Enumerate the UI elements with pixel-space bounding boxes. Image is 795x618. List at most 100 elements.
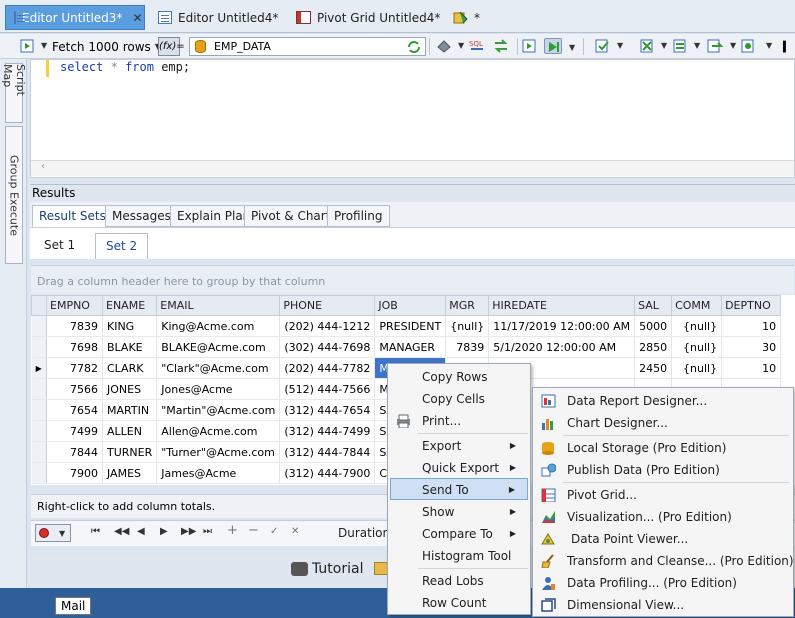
menu-item-chart-designer[interactable]: Chart Designer... xyxy=(535,412,791,434)
fetch-rows-select[interactable]: Fetch 1000 rows ▼ xyxy=(52,37,161,56)
tab-profiling[interactable]: Profiling xyxy=(327,205,390,227)
chevron-down-icon[interactable]: ▼ xyxy=(41,41,47,50)
table-cell-ename[interactable]: CLARK xyxy=(102,357,158,379)
options-icon[interactable] xyxy=(740,38,758,54)
table-cell-comm[interactable]: {null} xyxy=(671,336,723,358)
menu-item-print[interactable]: Print... xyxy=(390,410,528,432)
toolbar-overflow-icon[interactable]: ▍ xyxy=(783,42,791,53)
table-cell-empno[interactable]: 7844 xyxy=(46,441,103,463)
table-cell-email[interactable]: "Martin"@Acme.com xyxy=(156,399,281,421)
export-icon[interactable] xyxy=(706,38,724,54)
menu-item-data-profiling[interactable]: Data Profiling... (Pro Edition) xyxy=(535,572,791,594)
column-header-comm[interactable]: COMM xyxy=(671,295,723,316)
table-cell-ename[interactable]: KING xyxy=(102,315,158,337)
menu-item-copy-cells[interactable]: Copy Cells xyxy=(390,388,528,410)
rollback-icon[interactable] xyxy=(639,38,657,54)
chevron-down-icon[interactable]: ▼ xyxy=(617,41,623,50)
menu-item-visualization[interactable]: Visualization... (Pro Edition) xyxy=(535,506,791,528)
column-header-email[interactable]: EMAIL xyxy=(156,295,281,316)
menu-item-publish-data[interactable]: Publish Data (Pro Edition) xyxy=(535,459,791,481)
table-cell-phone[interactable]: (512) 444-7566 xyxy=(279,378,376,400)
menu-item-transform-cleanse[interactable]: Transform and Cleanse... (Pro Edition) xyxy=(535,550,794,572)
tutorial-link[interactable]: Tutorial xyxy=(312,561,363,577)
menu-item-data-point-viewer[interactable]: Data Point Viewer... xyxy=(535,528,791,550)
chevron-down-icon[interactable]: ▼ xyxy=(661,41,667,50)
cancel-edit-icon[interactable]: ✕ xyxy=(291,526,299,537)
table-cell-sal[interactable]: 5000 xyxy=(634,315,673,337)
refresh-icon[interactable] xyxy=(406,39,422,55)
table-cell-ename[interactable]: JONES xyxy=(102,378,158,400)
table-cell-email[interactable]: Jones@Acme xyxy=(156,378,281,400)
row-indicator[interactable] xyxy=(31,462,47,484)
column-header-ename[interactable]: ENAME xyxy=(101,295,158,316)
table-row[interactable]: 7839 KING King@Acme.com (202) 444-1212 PRESI… xyxy=(31,315,782,337)
row-indicator[interactable] xyxy=(31,399,47,421)
row-indicator[interactable] xyxy=(31,378,47,400)
column-header-empno[interactable]: EMPNO xyxy=(46,295,103,316)
format-paint-icon[interactable] xyxy=(436,38,454,54)
menu-item-export[interactable]: Export ▶ xyxy=(390,435,528,457)
table-cell-ename[interactable]: ALLEN xyxy=(102,420,158,442)
table-cell-empno[interactable]: 7900 xyxy=(46,462,103,484)
last-record-icon[interactable]: ⏭ xyxy=(203,526,212,537)
fx-parameters-button[interactable]: (fx)= xyxy=(158,37,185,56)
menu-item-quick-export[interactable]: Quick Export ▶ xyxy=(390,457,528,479)
next-page-icon[interactable]: ▶▶ xyxy=(181,526,196,537)
tab-pivot-chart[interactable]: Pivot & Chart xyxy=(244,205,338,227)
close-icon[interactable]: ✕ xyxy=(132,11,142,25)
column-header-deptno[interactable]: DEPTNO xyxy=(721,295,782,316)
table-cell-email[interactable]: Allen@Acme.com xyxy=(156,420,281,442)
table-cell-job[interactable]: PRESIDENT xyxy=(374,315,447,337)
editor-horizontal-scrollbar[interactable]: ‹ xyxy=(31,160,794,176)
table-cell-mgr[interactable]: {null} xyxy=(445,315,490,337)
table-cell-phone[interactable]: (302) 444-7698 xyxy=(279,336,376,358)
tab-editor-untitled3[interactable]: Editor Untitled3* ✕ xyxy=(5,5,145,30)
menu-item-compare-to[interactable]: Compare To ▶ xyxy=(390,523,528,545)
folder-icon[interactable] xyxy=(374,562,388,575)
column-header-phone[interactable]: PHONE xyxy=(279,295,376,316)
tab-result-sets[interactable]: Result Sets xyxy=(32,205,113,227)
chevron-down-icon[interactable]: ▼ xyxy=(59,529,65,538)
sql-format-icon[interactable]: SQL xyxy=(469,38,487,54)
table-cell-phone[interactable]: (312) 444-7654 xyxy=(279,399,376,421)
menu-item-pivot-grid[interactable]: Pivot Grid... xyxy=(535,484,791,506)
table-cell-email[interactable]: "Turner"@Acme.com xyxy=(156,441,281,463)
table-cell-deptno[interactable]: 30 xyxy=(721,336,782,358)
table-cell-email[interactable]: "Clark"@Acme.com xyxy=(156,357,281,379)
row-indicator[interactable] xyxy=(31,441,47,463)
tab-set-1[interactable]: Set 1 xyxy=(34,233,85,259)
table-cell-ename[interactable]: JAMES xyxy=(102,462,158,484)
table-cell-comm[interactable]: {null} xyxy=(671,315,723,337)
first-record-icon[interactable]: ⏮ xyxy=(91,526,100,537)
row-indicator[interactable] xyxy=(31,420,47,442)
table-cell-sal[interactable]: 2850 xyxy=(634,336,673,358)
column-header-hiredate[interactable]: HIREDATE xyxy=(488,295,636,316)
current-row-indicator-icon[interactable]: ▶ xyxy=(31,357,47,379)
chevron-down-icon[interactable]: ▼ xyxy=(766,41,772,50)
row-indicator[interactable] xyxy=(31,336,47,358)
tab-set-2[interactable]: Set 2 xyxy=(95,233,149,259)
delete-record-icon[interactable]: − xyxy=(248,523,259,538)
column-header-sal[interactable]: SAL xyxy=(634,295,673,316)
chevron-down-icon[interactable]: ▼ xyxy=(694,41,700,50)
menu-item-local-storage[interactable]: Local Storage (Pro Edition) xyxy=(535,437,791,459)
table-cell-phone[interactable]: (202) 444-1212 xyxy=(279,315,376,337)
chevron-down-icon[interactable]: ▼ xyxy=(730,41,736,50)
prev-page-icon[interactable]: ◀◀ xyxy=(114,526,129,537)
add-record-icon[interactable]: + xyxy=(227,523,238,538)
table-cell-empno[interactable]: 7499 xyxy=(46,420,103,442)
menu-item-histogram-tool[interactable]: Histogram Tool xyxy=(390,545,528,567)
prev-record-icon[interactable]: ◀ xyxy=(137,526,145,537)
post-edit-icon[interactable]: ✓ xyxy=(270,526,278,537)
row-indicator[interactable] xyxy=(31,315,47,337)
chevron-down-icon[interactable]: ▼ xyxy=(569,43,575,52)
menu-item-row-count[interactable]: Row Count xyxy=(390,592,528,614)
commit-icon[interactable] xyxy=(594,38,612,54)
table-cell-email[interactable]: King@Acme.com xyxy=(156,315,281,337)
menu-item-data-report-designer[interactable]: Data Report Designer... xyxy=(535,390,791,412)
table-cell-hiredate[interactable]: 5/1/2020 12:00:00 AM xyxy=(488,336,636,358)
tab-untitled-wizard[interactable]: * xyxy=(444,5,488,30)
next-record-icon[interactable]: ▶ xyxy=(160,526,168,537)
menu-item-read-lobs[interactable]: Read Lobs xyxy=(390,570,528,592)
table-cell-empno[interactable]: 7654 xyxy=(46,399,103,421)
